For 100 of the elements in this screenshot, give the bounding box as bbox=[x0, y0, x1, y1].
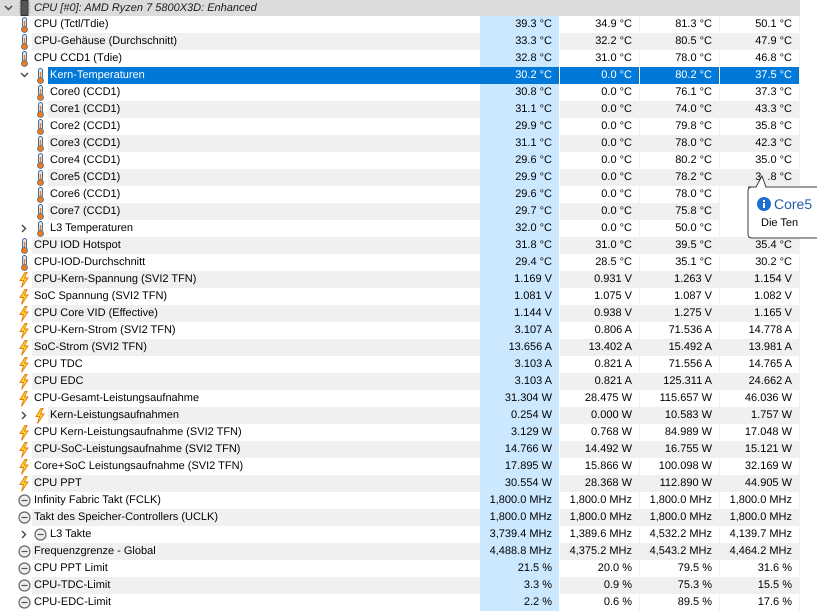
sensor-label[interactable]: Kern-Leistungsaufnahmen bbox=[48, 407, 480, 424]
collapse-chevron-icon[interactable] bbox=[4, 4, 12, 12]
sensor-label[interactable]: CPU-EDC-Limit bbox=[32, 594, 480, 611]
value-cell: 21.5 % bbox=[480, 560, 560, 577]
value-cell: 1,800.0 MHz bbox=[720, 509, 800, 526]
value-cell: 10.583 W bbox=[640, 407, 720, 424]
gauge-icon bbox=[18, 579, 30, 592]
value-cell: 0.9 % bbox=[560, 577, 640, 594]
sensor-label[interactable]: CPU-Kern-Spannung (SVI2 TFN) bbox=[32, 271, 480, 288]
value-cell: 29.7 °C bbox=[480, 203, 560, 220]
sensor-label[interactable]: Core3 (CCD1) bbox=[48, 135, 480, 152]
value-cell: 0.254 W bbox=[480, 407, 560, 424]
value-cell: 74.0 °C bbox=[640, 101, 720, 118]
sensor-label[interactable]: Core0 (CCD1) bbox=[48, 84, 480, 101]
sensor-label[interactable]: SoC-Strom (SVI2 TFN) bbox=[32, 339, 480, 356]
value-cell: 78.2 °C bbox=[640, 169, 720, 186]
thermometer-icon bbox=[36, 102, 44, 118]
value-cell: 31.0 °C bbox=[560, 237, 640, 254]
thermometer-icon bbox=[20, 238, 28, 254]
group-title: CPU [#0]: AMD Ryzen 7 5800X3D: Enhanced bbox=[33, 0, 258, 16]
value-cell: 31.8 °C bbox=[480, 237, 560, 254]
sensor-label[interactable]: Infinity Fabric Takt (FCLK) bbox=[32, 492, 480, 509]
value-cell: 30.554 W bbox=[480, 475, 560, 492]
value-cell: 4,464.2 MHz bbox=[720, 543, 800, 560]
value-cell: 3.107 A bbox=[480, 322, 560, 339]
thermometer-icon bbox=[20, 254, 28, 270]
value-cell: 15.492 A bbox=[640, 339, 720, 356]
sensor-label[interactable]: Takt des Speicher-Controllers (UCLK) bbox=[32, 509, 480, 526]
sensor-label[interactable]: Frequenzgrenze - Global bbox=[32, 543, 480, 560]
gauge-icon bbox=[18, 494, 30, 507]
gauge-icon bbox=[18, 545, 30, 558]
thermometer-icon bbox=[36, 220, 44, 236]
value-cell: 125.311 A bbox=[640, 373, 720, 390]
chip-icon bbox=[18, 0, 30, 16]
sensor-label[interactable]: CPU-TDC-Limit bbox=[32, 577, 480, 594]
value-cell: 39.5 °C bbox=[640, 237, 720, 254]
value-cell: 13.402 A bbox=[560, 339, 640, 356]
value-cell: 1,800.0 MHz bbox=[560, 509, 640, 526]
value-cell: 33.3 °C bbox=[480, 33, 560, 50]
lightning-icon bbox=[19, 374, 29, 390]
value-cell: 80.2 °C bbox=[640, 67, 720, 84]
value-cell: 13.981 A bbox=[720, 339, 800, 356]
sensor-label[interactable]: CPU-SoC-Leistungsaufnahme (SVI2 TFN) bbox=[32, 441, 480, 458]
sensor-label[interactable]: CPU-Gesamt-Leistungsaufnahme bbox=[32, 390, 480, 407]
value-cell: 32.8 °C bbox=[480, 50, 560, 67]
thermometer-icon bbox=[36, 84, 44, 100]
sensor-label[interactable]: CPU-IOD-Durchschnitt bbox=[32, 254, 480, 271]
value-cell: 32.2 °C bbox=[560, 33, 640, 50]
value-cell: 2.2 % bbox=[480, 594, 560, 611]
sensor-label[interactable]: Core5 (CCD1) bbox=[48, 169, 480, 186]
value-cell: 4,543.2 MHz bbox=[640, 543, 720, 560]
lightning-icon bbox=[19, 322, 29, 338]
value-cell: 29.6 °C bbox=[480, 152, 560, 169]
gauge-icon bbox=[18, 511, 30, 524]
sensor-label[interactable]: Core7 (CCD1) bbox=[48, 203, 480, 220]
lightning-icon bbox=[19, 356, 29, 372]
expand-chevron-icon[interactable] bbox=[20, 224, 28, 233]
sensor-label[interactable]: CPU CCD1 (Tdie) bbox=[32, 50, 480, 67]
sensor-label[interactable]: SoC Spannung (SVI2 TFN) bbox=[32, 288, 480, 305]
value-cell: 35.4 °C bbox=[720, 237, 800, 254]
value-cell: 4,488.8 MHz bbox=[480, 543, 560, 560]
thermometer-icon bbox=[36, 204, 44, 220]
sensor-label[interactable]: CPU PPT bbox=[32, 475, 480, 492]
sensor-label[interactable]: L3 Temperaturen bbox=[48, 220, 480, 237]
sensor-label[interactable]: CPU EDC bbox=[32, 373, 480, 390]
sensor-label[interactable]: CPU Core VID (Effective) bbox=[32, 305, 480, 322]
sensor-label[interactable]: CPU-Gehäuse (Durchschnitt) bbox=[32, 33, 480, 50]
gauge-icon bbox=[18, 562, 30, 575]
value-cell: 3,739.4 MHz bbox=[480, 526, 560, 543]
sensor-label[interactable]: Core6 (CCD1) bbox=[48, 186, 480, 203]
sensor-label[interactable]: Core1 (CCD1) bbox=[48, 101, 480, 118]
sensor-label[interactable]: CPU-Kern-Strom (SVI2 TFN) bbox=[32, 322, 480, 339]
expand-chevron-icon[interactable] bbox=[20, 411, 28, 420]
collapse-chevron-icon[interactable] bbox=[20, 71, 28, 80]
sensor-label[interactable]: Kern-Temperaturen bbox=[48, 67, 480, 84]
expand-chevron-icon[interactable] bbox=[20, 530, 28, 539]
value-cell: 78.0 °C bbox=[640, 135, 720, 152]
lightning-icon bbox=[19, 272, 29, 288]
sensor-label[interactable]: Core2 (CCD1) bbox=[48, 118, 480, 135]
value-cell: 42.3 °C bbox=[720, 135, 800, 152]
value-cell: 0.6 % bbox=[560, 594, 640, 611]
sensor-label[interactable]: CPU (Tctl/Tdie) bbox=[32, 16, 480, 33]
value-cell: 29.9 °C bbox=[480, 169, 560, 186]
value-cell: 112.890 W bbox=[640, 475, 720, 492]
sensor-label[interactable]: CPU IOD Hotspot bbox=[32, 237, 480, 254]
value-cell: 0.000 W bbox=[560, 407, 640, 424]
sensor-label[interactable]: CPU Kern-Leistungsaufnahme (SVI2 TFN) bbox=[32, 424, 480, 441]
sensor-label[interactable]: CPU TDC bbox=[32, 356, 480, 373]
sensor-label[interactable]: Core4 (CCD1) bbox=[48, 152, 480, 169]
value-cell: 0.0 °C bbox=[560, 169, 640, 186]
value-cell: 1.263 V bbox=[640, 271, 720, 288]
sensor-label[interactable]: CPU PPT Limit bbox=[32, 560, 480, 577]
value-cell: 24.662 A bbox=[720, 373, 800, 390]
value-cell: 13.656 A bbox=[480, 339, 560, 356]
value-cell: 15.5 % bbox=[720, 577, 800, 594]
value-cell: 3.129 W bbox=[480, 424, 560, 441]
sensor-label[interactable]: L3 Takte bbox=[48, 526, 480, 543]
value-cell: 75.8 °C bbox=[640, 203, 720, 220]
sensor-group-header[interactable]: CPU [#0]: AMD Ryzen 7 5800X3D: Enhanced bbox=[0, 0, 800, 16]
sensor-label[interactable]: Core+SoC Leistungsaufnahme (SVI2 TFN) bbox=[32, 458, 480, 475]
